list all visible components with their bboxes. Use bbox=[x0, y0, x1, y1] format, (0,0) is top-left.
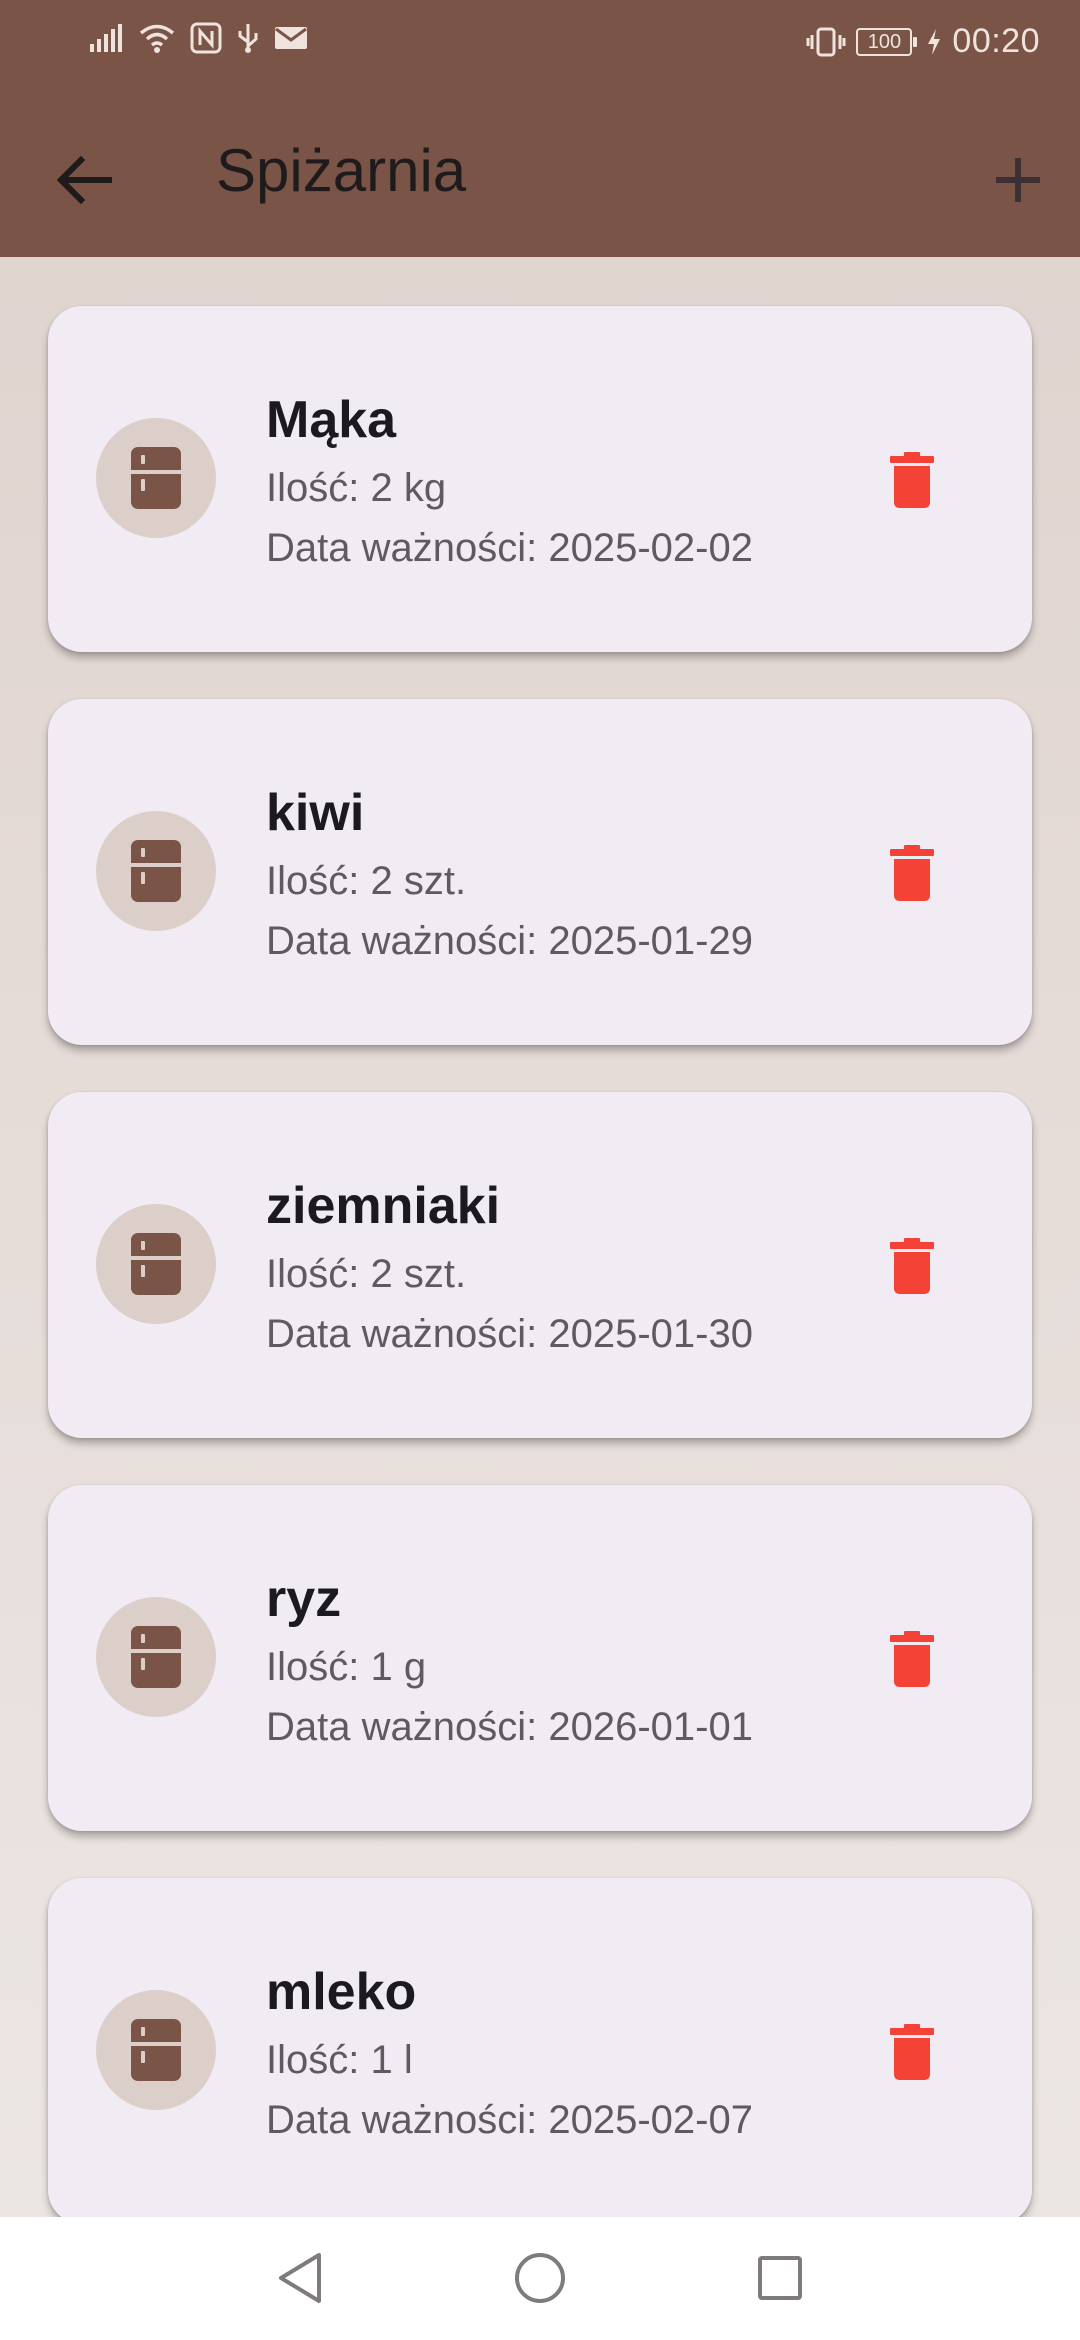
nav-back-button[interactable] bbox=[265, 2243, 335, 2313]
fridge-icon bbox=[131, 447, 181, 509]
arrow-back-icon bbox=[57, 156, 112, 204]
charging-icon bbox=[928, 28, 941, 55]
trash-icon bbox=[890, 845, 934, 901]
item-expiry-date: Data ważności: 2026-01-01 bbox=[266, 1705, 753, 1749]
nav-recents-button[interactable] bbox=[745, 2243, 815, 2313]
item-avatar bbox=[96, 811, 216, 931]
delete-item-button[interactable] bbox=[872, 1224, 952, 1308]
page-title: Spiżarnia bbox=[216, 137, 467, 204]
trash-icon bbox=[890, 452, 934, 508]
trash-icon bbox=[890, 1238, 934, 1294]
wifi-icon bbox=[139, 24, 175, 53]
status-bar: 100 00:20 bbox=[0, 0, 1080, 92]
fridge-icon bbox=[131, 1233, 181, 1295]
delete-item-button[interactable] bbox=[872, 831, 952, 915]
pantry-item-card[interactable]: Mąka Ilość: 2 kg Data ważności: 2025-02-02 bbox=[48, 306, 1032, 652]
toolbar: Spiżarnia bbox=[0, 92, 1080, 257]
item-quantity: Ilość: 1 l bbox=[266, 2038, 413, 2082]
item-name: mleko bbox=[266, 1963, 417, 2021]
item-quantity: Ilość: 2 kg bbox=[266, 466, 447, 510]
item-expiry-date: Data ważności: 2025-01-29 bbox=[266, 919, 753, 963]
item-expiry-date: Data ważności: 2025-02-07 bbox=[266, 2098, 753, 2142]
item-expiry-date: Data ważności: 2025-02-02 bbox=[266, 526, 753, 570]
fridge-icon bbox=[131, 1626, 181, 1688]
system-navigation-bar bbox=[0, 2217, 1080, 2340]
vibrate-icon bbox=[806, 27, 846, 56]
item-avatar bbox=[96, 1990, 216, 2110]
nav-home-button[interactable] bbox=[505, 2243, 575, 2313]
app-bar: 100 00:20 Spiżarnia bbox=[0, 0, 1080, 257]
recents-square-icon bbox=[758, 2256, 802, 2300]
item-quantity: Ilość: 1 g bbox=[266, 1645, 427, 1689]
item-quantity: Ilość: 2 szt. bbox=[266, 859, 467, 903]
battery-icon: 100 bbox=[856, 27, 918, 56]
item-name: kiwi bbox=[266, 784, 365, 842]
item-avatar bbox=[96, 418, 216, 538]
pantry-list[interactable]: Mąka Ilość: 2 kg Data ważności: 2025-02-02… bbox=[0, 257, 1080, 2217]
item-avatar bbox=[96, 1597, 216, 1717]
item-name: ryz bbox=[266, 1570, 342, 1628]
fridge-icon bbox=[131, 840, 181, 902]
back-triangle-icon bbox=[279, 2253, 321, 2303]
item-name: ziemniaki bbox=[266, 1177, 501, 1235]
status-time: 00:20 bbox=[952, 22, 1040, 60]
usb-icon bbox=[238, 24, 258, 53]
item-expiry-date: Data ważności: 2025-01-30 bbox=[266, 1312, 753, 1356]
nfc-icon bbox=[190, 22, 222, 54]
home-circle-icon bbox=[515, 2253, 565, 2303]
trash-icon bbox=[890, 1631, 934, 1687]
add-item-button[interactable] bbox=[978, 142, 1058, 218]
item-avatar bbox=[96, 1204, 216, 1324]
item-quantity: Ilość: 2 szt. bbox=[266, 1252, 467, 1296]
signal-icon bbox=[90, 24, 122, 52]
fridge-icon bbox=[131, 2019, 181, 2081]
delete-item-button[interactable] bbox=[872, 2010, 952, 2094]
pantry-item-card[interactable]: kiwi Ilość: 2 szt. Data ważności: 2025-01-… bbox=[48, 699, 1032, 1045]
trash-icon bbox=[890, 2024, 934, 2080]
delete-item-button[interactable] bbox=[872, 438, 952, 522]
pantry-item-card[interactable]: ryz Ilość: 1 g Data ważności: 2026-01-01 bbox=[48, 1485, 1032, 1831]
mail-icon bbox=[275, 27, 307, 49]
status-icons-right: 100 00:20 bbox=[806, 22, 1040, 61]
plus-icon bbox=[996, 158, 1040, 202]
delete-item-button[interactable] bbox=[872, 1617, 952, 1701]
status-icons-left bbox=[88, 22, 308, 54]
pantry-item-card[interactable]: ziemniaki Ilość: 2 szt. Data ważności: 202… bbox=[48, 1092, 1032, 1438]
back-button[interactable] bbox=[40, 142, 130, 218]
item-name: Mąka bbox=[266, 391, 397, 449]
pantry-item-card[interactable]: mleko Ilość: 1 l Data ważności: 2025-02-07 bbox=[48, 1878, 1032, 2217]
